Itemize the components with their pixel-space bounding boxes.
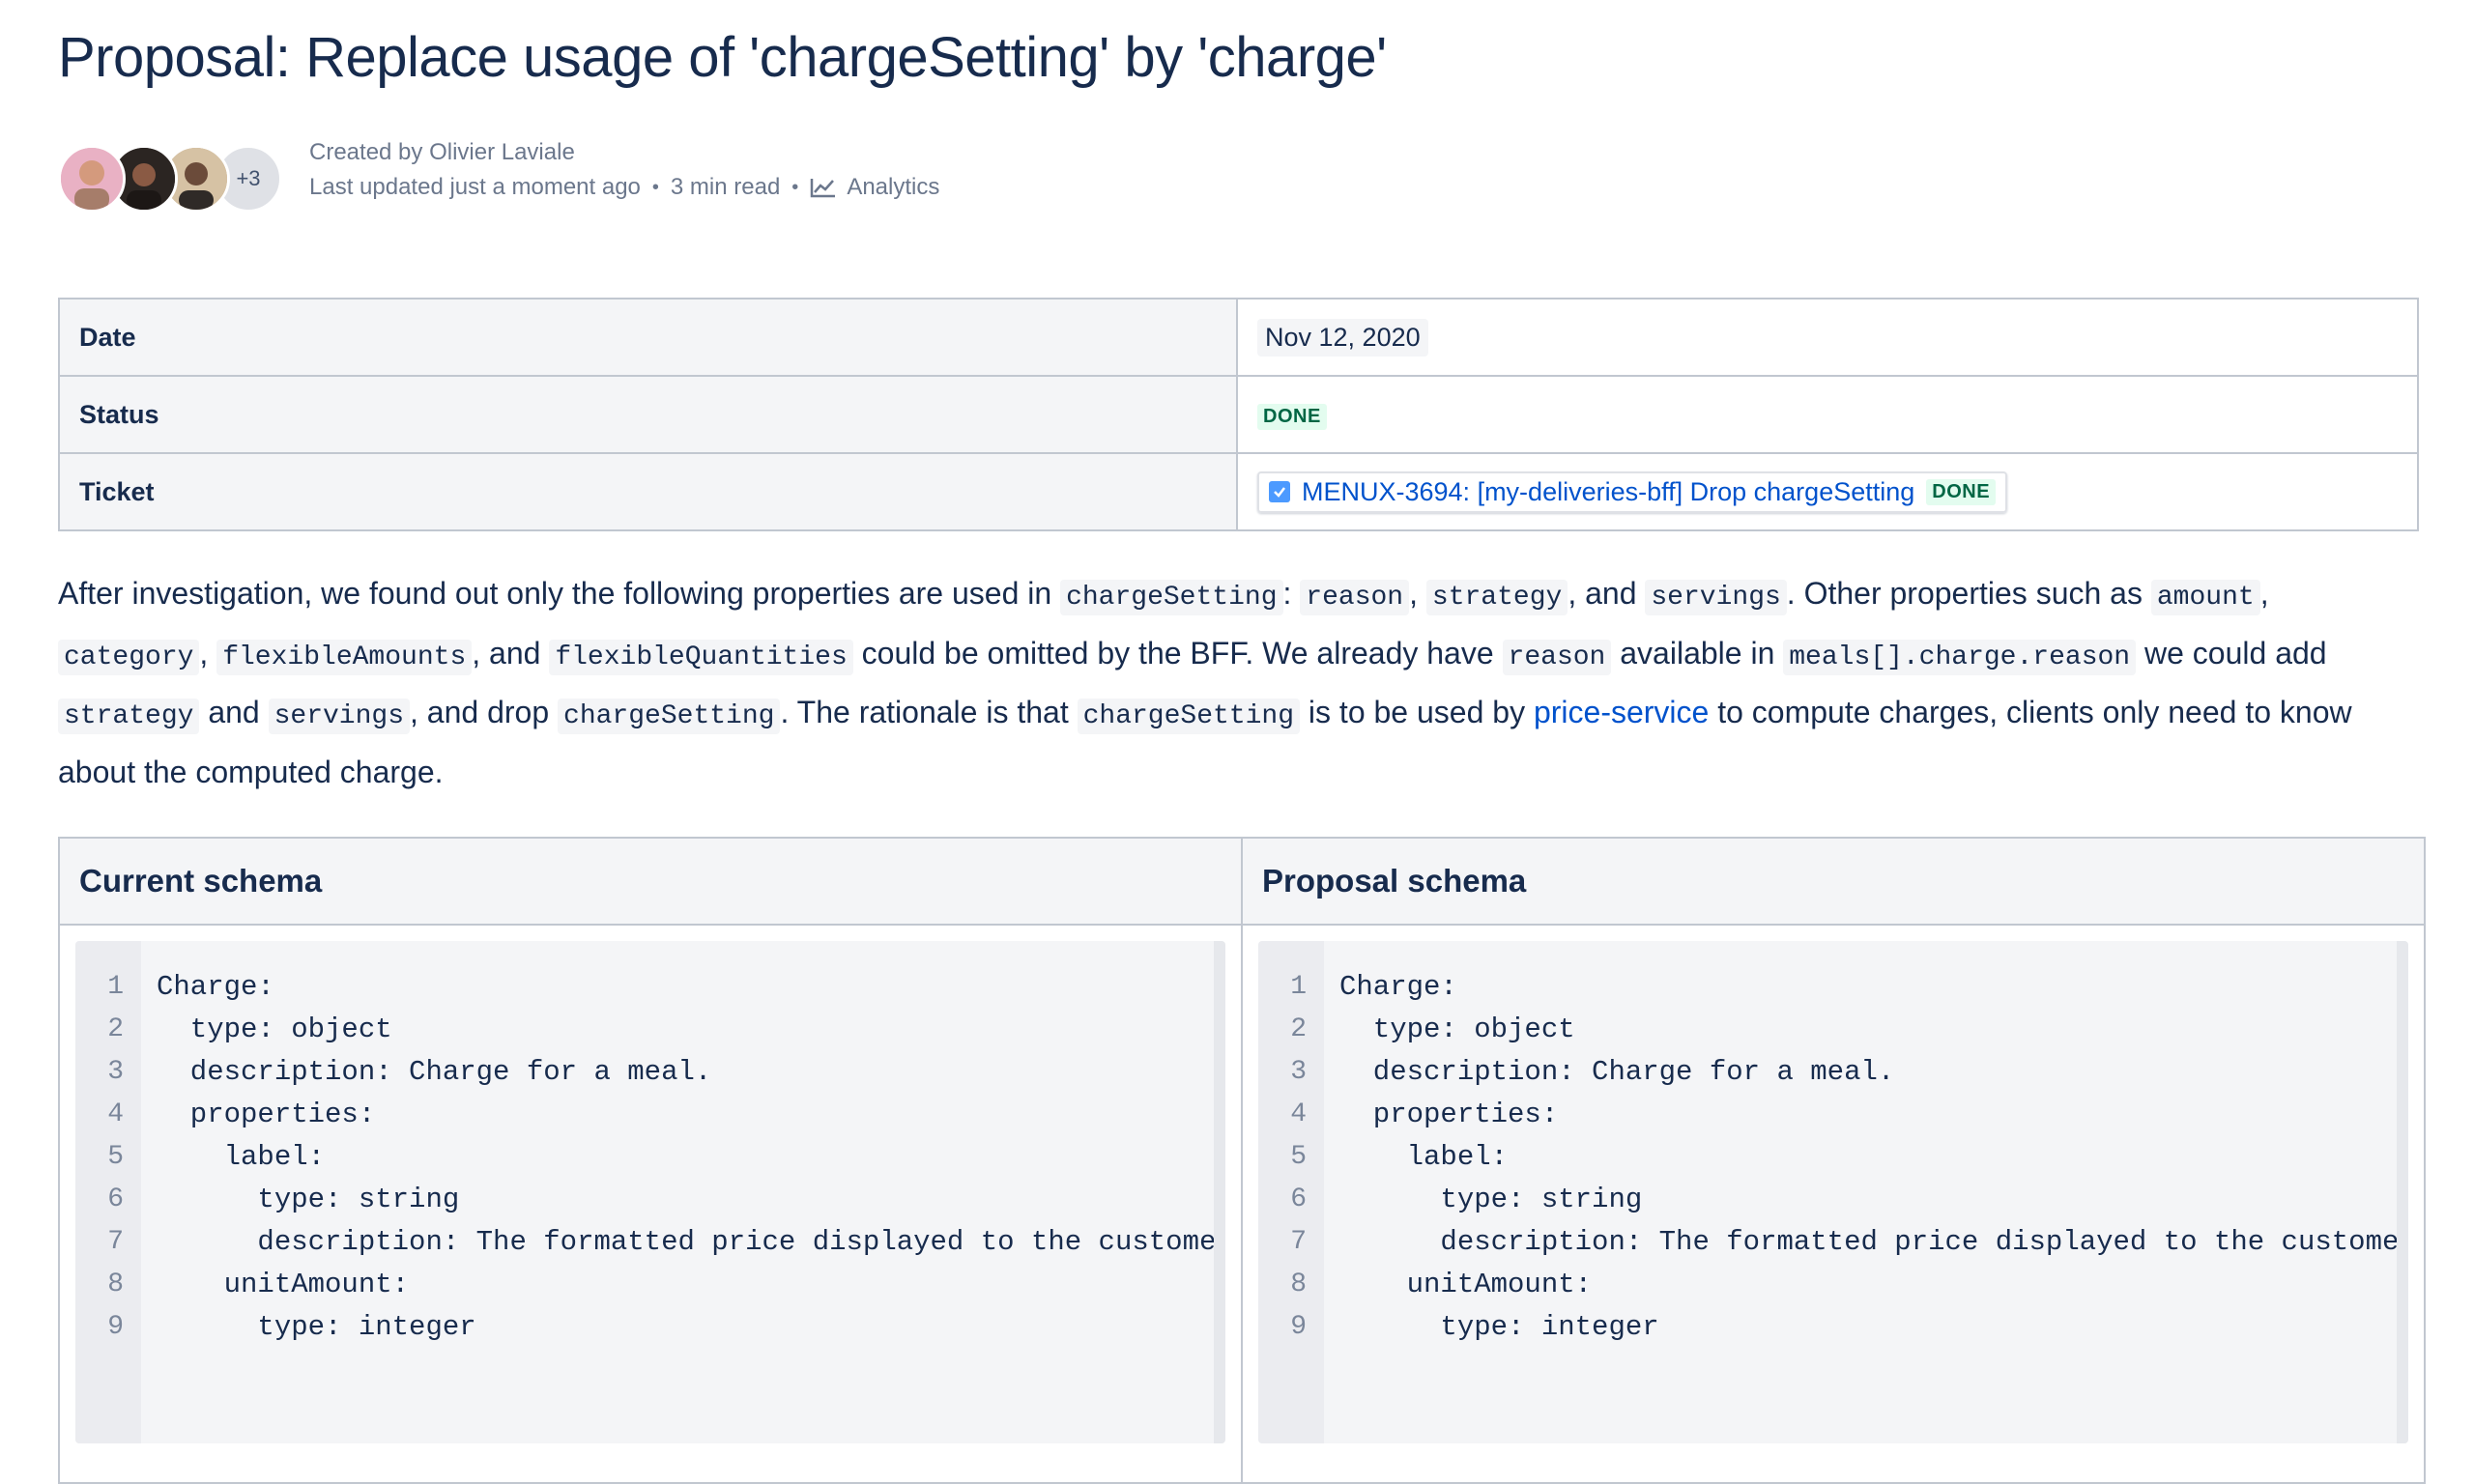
line-number: 2 — [107, 1014, 124, 1044]
text: , and — [472, 635, 550, 671]
ticket-cell: MENUX-3694: [my-deliveries-bff] Drop cha… — [1236, 452, 2419, 531]
date-chip[interactable]: Nov 12, 2020 — [1257, 318, 1428, 357]
status-label: Status — [58, 375, 1238, 454]
text: . Other properties such as — [1786, 576, 2151, 611]
date-cell: Nov 12, 2020 — [1236, 298, 2419, 377]
current-code-block[interactable]: 1 2 3 4 5 6 7 8 9 Charge: type: object d… — [75, 941, 1225, 1443]
last-updated: Last updated just a moment ago — [309, 174, 641, 200]
status-badge: DONE — [1257, 404, 1327, 430]
jira-issue-card[interactable]: MENUX-3694: [my-deliveries-bff] Drop cha… — [1257, 471, 2008, 513]
text: After investigation, we found out only t… — [58, 576, 1061, 611]
byline-second-line: Last updated just a moment ago • 3 min r… — [309, 174, 939, 201]
code-scrollbar[interactable] — [2397, 941, 2408, 1443]
inline-code: strategy — [1425, 580, 1568, 615]
status-cell: DONE — [1236, 375, 2419, 454]
page-title: Proposal: Replace usage of 'chargeSettin… — [58, 26, 1387, 89]
text: and — [199, 695, 269, 729]
proposal-schema-header: Proposal schema — [1241, 837, 2426, 926]
inline-code: strategy — [58, 699, 200, 734]
ticket-link[interactable]: MENUX-3694: [my-deliveries-bff] Drop cha… — [1302, 477, 1914, 507]
text: , — [2259, 576, 2269, 611]
proposal-code-block[interactable]: 1 2 3 4 5 6 7 8 9 Charge: type: object d… — [1258, 941, 2408, 1443]
line-number: 6 — [107, 1184, 124, 1214]
ticket-label: Ticket — [58, 452, 1238, 531]
table-row: Ticket MENUX-3694: [my-deliveries-bff] D… — [58, 452, 2419, 531]
task-checkbox-icon — [1269, 481, 1290, 502]
current-schema-header: Current schema — [58, 837, 1243, 926]
inline-code: chargeSetting — [558, 699, 781, 734]
body-paragraph: After investigation, we found out only t… — [58, 566, 2416, 800]
line-number: 3 — [1290, 1057, 1307, 1087]
line-number: 1 — [1290, 972, 1307, 1002]
line-number: 8 — [107, 1270, 124, 1299]
current-code: Charge: type: object description: Charge… — [157, 971, 1225, 1343]
line-number: 6 — [1290, 1184, 1307, 1214]
table-row: Date Nov 12, 2020 — [58, 298, 2419, 377]
table-row: 1 2 3 4 5 6 7 8 9 Charge: type: object d… — [58, 924, 2426, 1484]
byline: +3 Created by Olivier Laviale Last updat… — [58, 137, 1411, 218]
inline-code: flexibleQuantities — [549, 639, 853, 675]
line-number: 7 — [107, 1227, 124, 1257]
text: is to be used by — [1300, 695, 1534, 729]
table-row: Current schema Proposal schema — [58, 837, 2426, 926]
inline-code: amount — [2150, 580, 2260, 615]
line-number: 9 — [107, 1312, 124, 1342]
ticket-status-badge: DONE — [1926, 478, 1997, 505]
inline-code: servings — [1645, 580, 1787, 615]
text: available in — [1611, 635, 1784, 671]
text: we could add — [2136, 635, 2327, 671]
line-numbers: 1 2 3 4 5 6 7 8 9 — [75, 941, 141, 1443]
proposal-schema-cell: 1 2 3 4 5 6 7 8 9 Charge: type: object d… — [1241, 924, 2426, 1484]
line-number: 5 — [107, 1142, 124, 1172]
contributor-avatars[interactable]: +3 — [58, 145, 300, 213]
read-time: 3 min read — [670, 174, 781, 200]
inline-code: category — [58, 639, 200, 675]
line-number: 3 — [107, 1057, 124, 1087]
date-label: Date — [58, 298, 1238, 377]
current-schema-cell: 1 2 3 4 5 6 7 8 9 Charge: type: object d… — [58, 924, 1243, 1484]
text: : — [1282, 576, 1301, 611]
avatar[interactable] — [58, 145, 126, 213]
price-service-link[interactable]: price-service — [1534, 695, 1709, 729]
text: , — [199, 635, 217, 671]
line-number: 4 — [107, 1099, 124, 1129]
confluence-page: Proposal: Replace usage of 'chargeSettin… — [0, 0, 2474, 1484]
line-number: 8 — [1290, 1270, 1307, 1299]
created-by: Created by Olivier Laviale — [309, 139, 575, 165]
line-numbers: 1 2 3 4 5 6 7 8 9 — [1258, 941, 1324, 1443]
line-number: 1 — [107, 972, 124, 1002]
text: , and — [1568, 576, 1646, 611]
line-number: 9 — [1290, 1312, 1307, 1342]
line-number: 7 — [1290, 1227, 1307, 1257]
proposal-code: Charge: type: object description: Charge… — [1339, 971, 2408, 1343]
inline-code: reason — [1502, 639, 1612, 675]
separator-dot: • — [791, 176, 799, 198]
inline-code: flexibleAmounts — [216, 639, 473, 675]
code-scrollbar[interactable] — [1214, 941, 1225, 1443]
separator-dot: • — [651, 176, 659, 198]
line-number: 2 — [1290, 1014, 1307, 1044]
inline-code: chargeSetting — [1077, 699, 1301, 734]
table-row: Status DONE — [58, 375, 2419, 454]
analytics-icon[interactable] — [810, 177, 837, 198]
inline-code: servings — [268, 699, 411, 734]
text: , and drop — [410, 695, 559, 729]
text: , — [1409, 576, 1426, 611]
inline-code: meals[].charge.reason — [1783, 639, 2137, 675]
line-number: 4 — [1290, 1099, 1307, 1129]
inline-code: chargeSetting — [1060, 580, 1283, 615]
text: . The rationale is that — [780, 695, 1078, 729]
line-number: 5 — [1290, 1142, 1307, 1172]
analytics-link[interactable]: Analytics — [847, 174, 939, 201]
info-table: Date Nov 12, 2020 Status DONE Ticket MEN… — [58, 298, 2419, 531]
inline-code: reason — [1300, 580, 1410, 615]
text: could be omitted by the BFF. We already … — [852, 635, 1503, 671]
schema-table: Current schema Proposal schema 1 2 3 4 5… — [58, 837, 2426, 1484]
